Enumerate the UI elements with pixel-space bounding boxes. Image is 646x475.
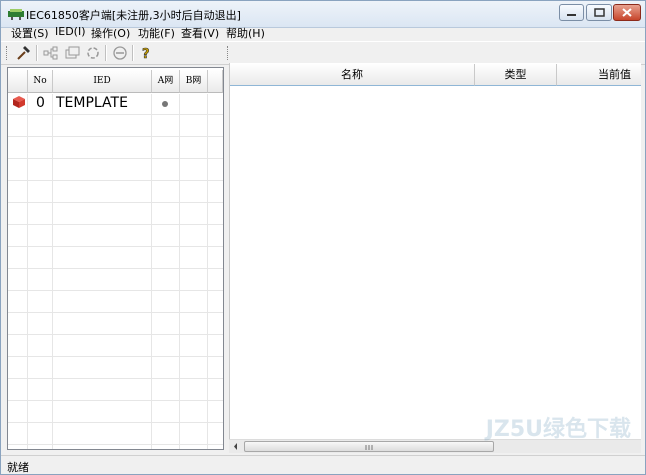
toolbar-separator [132, 45, 134, 61]
hammer-icon [17, 46, 30, 60]
column-header-ied[interactable]: IED [53, 70, 152, 93]
minimize-icon [567, 14, 576, 16]
status-bar: 就绪 [1, 455, 645, 475]
close-button[interactable] [613, 4, 641, 21]
stop-button[interactable] [111, 44, 129, 62]
menu-help[interactable]: 帮助(H) [226, 25, 265, 41]
connect-button[interactable] [14, 44, 32, 62]
menu-bar: 设置(S) IED(I) 操作(O) 功能(F) 查看(V) 帮助(H) [1, 23, 645, 41]
column-header-a-net[interactable]: A网 [152, 70, 180, 93]
column-header-icon[interactable] [8, 70, 28, 93]
scrollbar-thumb[interactable] [244, 441, 494, 452]
refresh-icon [87, 47, 99, 59]
toolbar-grip[interactable] [227, 46, 231, 60]
minimize-button[interactable] [559, 4, 584, 21]
watermark: JZ5U绿色下载 [485, 417, 631, 442]
svg-text:?: ? [142, 47, 150, 62]
ied-name: TEMPLATE [56, 95, 128, 111]
toolbar-grip[interactable] [6, 46, 10, 60]
copy-button[interactable] [63, 44, 81, 62]
menu-view[interactable]: 查看(V) [181, 25, 219, 41]
ied-list[interactable]: No IED A网 B网 0 TEMPLATE [7, 67, 224, 450]
detail-table[interactable]: 名称 类型 当前值 [229, 63, 641, 453]
list-gridlines [8, 94, 223, 449]
window-title: IEC61850客户端[未注册,3小时后自动退出] [26, 9, 241, 22]
app-icon [8, 9, 24, 20]
maximize-button[interactable] [586, 4, 612, 21]
menu-ied[interactable]: IED(I) [55, 25, 86, 38]
close-icon [622, 8, 632, 17]
menu-operation[interactable]: 操作(O) [91, 25, 130, 41]
menu-function[interactable]: 功能(F) [138, 25, 175, 41]
column-header-b-net[interactable]: B网 [180, 70, 208, 93]
column-header-current-value[interactable]: 当前值 [557, 64, 641, 86]
toolbar-separator [36, 45, 38, 61]
toolbar-separator [105, 45, 107, 61]
column-header-type[interactable]: 类型 [475, 64, 557, 86]
chevron-left-icon [234, 443, 237, 450]
column-header-no[interactable]: No [28, 70, 53, 93]
scroll-left-button[interactable] [229, 440, 243, 453]
stop-icon [113, 46, 127, 60]
maximize-icon [594, 8, 605, 17]
ied-number: 0 [36, 95, 45, 111]
column-header-name[interactable]: 名称 [230, 64, 475, 86]
copy-icon [65, 46, 80, 59]
menu-settings[interactable]: 设置(S) [11, 25, 49, 41]
network-button[interactable] [42, 44, 60, 62]
device-cube-icon [13, 96, 25, 108]
grip-icon [365, 445, 373, 450]
a-net-status-dot [162, 101, 168, 107]
network-icon [43, 46, 58, 60]
refresh-button[interactable] [84, 44, 102, 62]
toolbar: ? [1, 41, 645, 65]
help-icon: ? [142, 47, 150, 63]
app-window: IEC61850客户端[未注册,3小时后自动退出] 设置(S) IED(I) 操… [0, 0, 646, 475]
column-header-filler [208, 70, 223, 93]
status-text: 就绪 [7, 461, 29, 474]
help-button[interactable]: ? [137, 44, 155, 63]
